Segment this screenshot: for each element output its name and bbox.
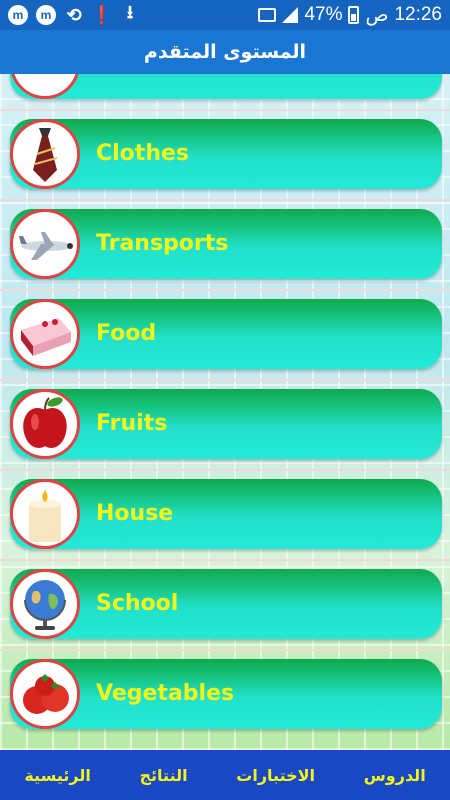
category-label: School (96, 591, 179, 616)
category-food[interactable]: Food (10, 299, 442, 369)
divider (0, 289, 450, 291)
divider (0, 199, 450, 201)
battery-icon (348, 6, 360, 24)
category-school[interactable]: School (10, 569, 442, 639)
notification-icons: m m ⟲ ❗ ⭳ (8, 2, 140, 25)
divider (0, 469, 450, 471)
tie-icon (10, 119, 80, 189)
divider (0, 109, 450, 111)
airplane-icon (10, 209, 80, 279)
divider (0, 559, 450, 561)
status-bar: m m ⟲ ❗ ⭳ 47% ص 12:26 (0, 0, 450, 30)
bottom-nav: الدروس الاختبارات النتائج الرئيسية (0, 750, 450, 800)
category-label: Clothes (96, 141, 189, 166)
candle-icon (10, 479, 80, 549)
category-list[interactable]: Clothes Transports Food Fruits House Sch… (0, 74, 450, 750)
m-app-icon: m (36, 5, 56, 25)
category-label: Vegetables (96, 681, 235, 706)
category-label: Food (96, 321, 157, 346)
nav-tests[interactable]: الاختبارات (236, 766, 315, 785)
nav-results[interactable]: النتائج (140, 766, 188, 785)
page-title: المستوى المتقدم (143, 41, 307, 63)
category-clothes[interactable]: Clothes (10, 119, 442, 189)
battery-percent: 47% (304, 4, 343, 25)
partial-item-icon (10, 74, 80, 99)
category-house[interactable]: House (10, 479, 442, 549)
sync-icon: ⟲ (66, 4, 82, 25)
m-app-icon: m (8, 5, 28, 25)
globe-icon (10, 569, 80, 639)
category-fruits[interactable]: Fruits (10, 389, 442, 459)
alert-icon: ❗ (90, 4, 114, 25)
category-vegetables[interactable]: Vegetables (10, 659, 442, 729)
clock: 12:26 (394, 4, 442, 25)
signal-icon (282, 7, 299, 23)
category-transports[interactable]: Transports (10, 209, 442, 279)
download-icon: ⭳ (126, 2, 134, 22)
apple-icon (10, 389, 80, 459)
list-item-partial[interactable] (10, 74, 442, 99)
system-status: 47% ص 12:26 (258, 4, 442, 27)
category-label: House (96, 501, 174, 526)
category-label: Fruits (96, 411, 168, 436)
am-pm: ص (365, 4, 389, 26)
divider (0, 379, 450, 381)
nav-home[interactable]: الرئيسية (24, 766, 91, 785)
title-bar: المستوى المتقدم (0, 30, 450, 74)
category-label: Transports (96, 231, 229, 256)
cast-icon (258, 8, 277, 22)
tomato-icon (10, 659, 80, 729)
nav-lessons[interactable]: الدروس (364, 766, 426, 785)
divider (0, 649, 450, 651)
cake-icon (10, 299, 80, 369)
